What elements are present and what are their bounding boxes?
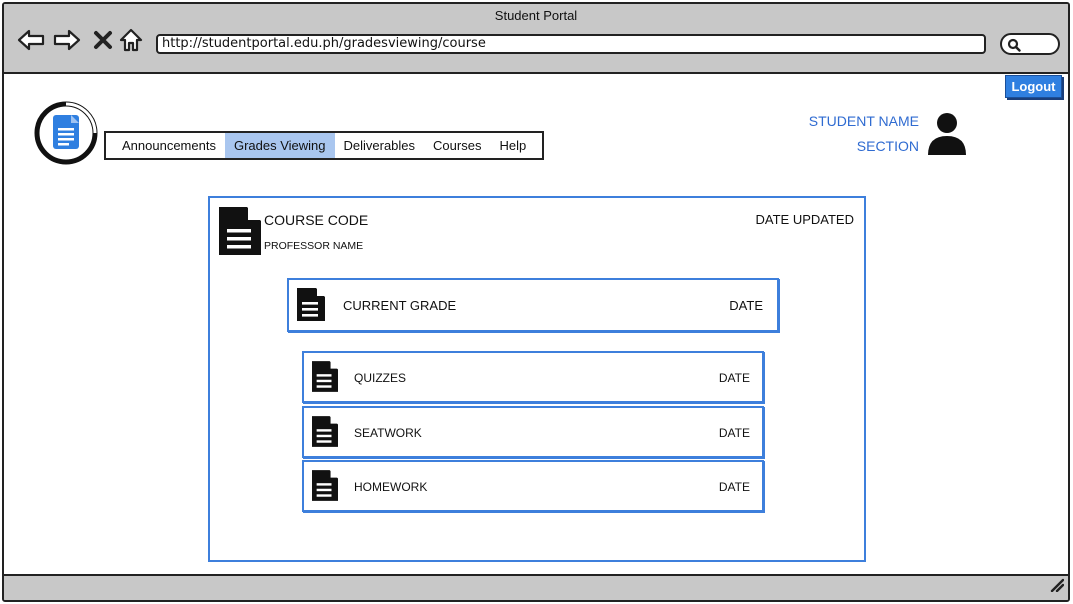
quizzes-date: DATE bbox=[718, 371, 750, 385]
document-icon bbox=[312, 361, 338, 397]
current-grade-date: DATE bbox=[729, 298, 763, 313]
window-title: Student Portal bbox=[494, 8, 578, 23]
nav-item-announcements[interactable]: Announcements bbox=[106, 133, 225, 158]
seatwork-date: DATE bbox=[718, 426, 750, 440]
date-updated: DATE UPDATED bbox=[755, 212, 854, 227]
document-icon bbox=[312, 416, 338, 452]
nav-item-grades-viewing[interactable]: Grades Viewing bbox=[224, 133, 335, 158]
student-name: STUDENT NAME bbox=[808, 113, 919, 129]
professor-name: PROFESSOR NAME bbox=[264, 240, 364, 252]
user-icon bbox=[926, 111, 968, 162]
browser-window: Student Portal http://studentportal.edu.… bbox=[2, 2, 1070, 602]
course-card: COURSE CODE PROFESSOR NAME DATE UPDATED … bbox=[208, 196, 866, 562]
seatwork-row[interactable]: SEATWORK DATE bbox=[302, 406, 764, 458]
homework-row[interactable]: HOMEWORK DATE bbox=[302, 460, 764, 512]
current-grade-label: CURRENT GRADE bbox=[343, 298, 457, 313]
quizzes-label: QUIZZES bbox=[354, 371, 407, 385]
seatwork-label: SEATWORK bbox=[354, 426, 422, 440]
homework-date: DATE bbox=[718, 480, 750, 494]
document-icon bbox=[219, 207, 261, 260]
url-input[interactable]: http://studentportal.edu.ph/gradesviewin… bbox=[156, 34, 986, 54]
search-icon bbox=[1007, 38, 1021, 52]
nav-item-courses[interactable]: Courses bbox=[424, 133, 490, 158]
main-nav-menu: Announcements Grades Viewing Deliverable… bbox=[104, 131, 545, 160]
logout-button[interactable]: Logout bbox=[1005, 75, 1062, 98]
back-arrow-icon[interactable] bbox=[16, 26, 46, 54]
home-icon[interactable] bbox=[116, 26, 146, 54]
current-grade-row[interactable]: CURRENT GRADE DATE bbox=[287, 278, 779, 332]
close-icon[interactable] bbox=[88, 26, 118, 54]
browser-search-button[interactable] bbox=[1000, 33, 1060, 55]
student-section: SECTION bbox=[856, 138, 919, 154]
browser-titlebar: Student Portal http://studentportal.edu.… bbox=[4, 4, 1068, 74]
portal-logo bbox=[34, 101, 98, 165]
document-icon bbox=[312, 470, 338, 506]
document-icon bbox=[297, 288, 325, 326]
browser-statusbar bbox=[4, 574, 1068, 600]
course-code: COURSE CODE bbox=[264, 212, 369, 228]
nav-item-help[interactable]: Help bbox=[490, 133, 542, 158]
resize-grip-icon[interactable] bbox=[1048, 576, 1065, 597]
homework-label: HOMEWORK bbox=[354, 480, 428, 494]
quizzes-row[interactable]: QUIZZES DATE bbox=[302, 351, 764, 403]
forward-arrow-icon[interactable] bbox=[52, 26, 82, 54]
nav-item-deliverables[interactable]: Deliverables bbox=[335, 133, 425, 158]
